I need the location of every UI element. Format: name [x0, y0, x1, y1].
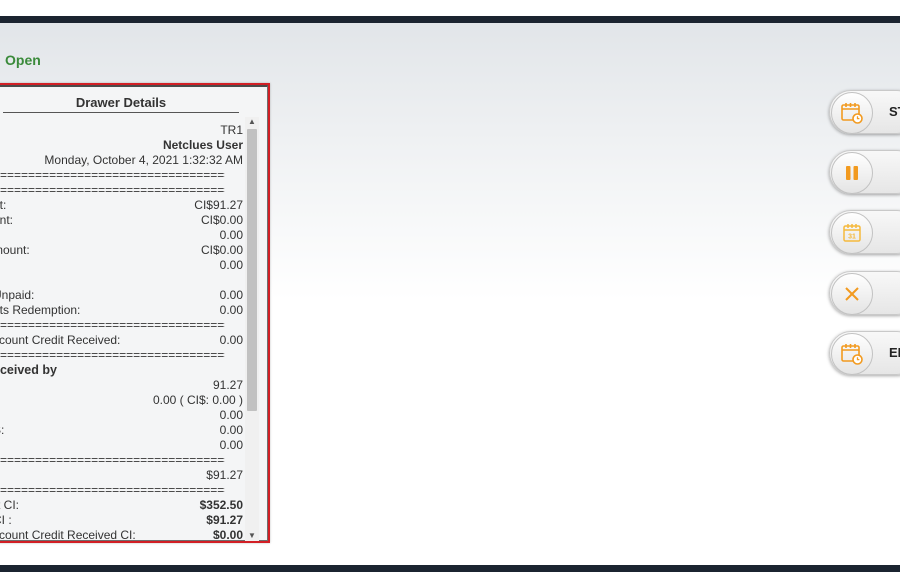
receipt-row-label: S: [0, 423, 5, 437]
receipt-row: unt: CI$0.00 [0, 213, 243, 228]
receipt-row-value: $0.00 [212, 528, 243, 539]
receipt-row-value: $91.27 [206, 468, 243, 482]
receipt-row-value: 91.27 [212, 378, 243, 392]
receipt-row-value: 0.00 [219, 288, 243, 302]
scroll-down-arrow[interactable]: ▼ [245, 531, 259, 541]
receipt-separator: ========================================… [0, 183, 243, 198]
receipt-row: 0.00 [0, 258, 243, 273]
receipt-row-label: Unpaid: [0, 288, 35, 302]
receipt-row-label: nts Redemption: [0, 303, 81, 317]
receipt-row-value: CI$91.27 [194, 198, 243, 212]
receipt-scrollbar[interactable]: ▲ ▼ [245, 117, 259, 541]
calendar-clock-icon [831, 333, 873, 375]
drawer-details-panel: Drawer Details TR1:Netclues UserMonday, … [0, 83, 270, 543]
separator-text: ========================================… [0, 453, 225, 467]
receipt-separator: ========================================… [0, 348, 243, 363]
receipt-separator: ========================================… [0, 453, 243, 468]
separator-text: ========================================… [0, 318, 225, 332]
receipt-row-label: nt: [0, 198, 7, 212]
pause-icon [831, 152, 873, 194]
receipt-row: nt: CI$91.27 [0, 198, 243, 213]
receipt-row: :0.00 ( CI$: 0.00 ) [0, 393, 243, 408]
start-button-label: ST [889, 104, 900, 119]
bottom-bar [0, 565, 900, 572]
receipt-row: $91.27 [0, 468, 243, 483]
drawer-panel-frame: Drawer Details TR1:Netclues UserMonday, … [0, 85, 268, 541]
receipt-row-label: unt: [0, 213, 14, 227]
end-button-label: EN [889, 345, 900, 360]
receipt-row-value: 0.00 [219, 228, 243, 242]
svg-text:31: 31 [848, 234, 856, 241]
receipt-row-value: $91.27 [206, 513, 243, 527]
separator-text: ========================================… [0, 183, 225, 197]
receipt-row: 91.27 [0, 378, 243, 393]
receipt-row: rt CI: $352.50 [0, 498, 243, 513]
receipt-row: ccount Credit Received: 0.00 [0, 333, 243, 348]
receipt-row-label: eceived by [0, 363, 57, 377]
receipt-row-value: 0.00 [219, 438, 243, 452]
receipt-row-label: CI : [0, 513, 12, 527]
receipt-row-value: 0.00 ( CI$: 0.00 ) [152, 393, 243, 407]
receipt-row: mount: CI$0.00 [0, 243, 243, 258]
receipt-row-value: CI$0.00 [200, 243, 243, 257]
receipt-row: CI : $91.27 [0, 513, 243, 528]
receipt-row: 0.00 [0, 228, 243, 243]
bottom-strip [0, 572, 900, 587]
drawer-receipt: TR1:Netclues UserMonday, October 4, 2021… [0, 123, 243, 539]
receipt-separator: ========================================… [0, 168, 243, 183]
receipt-row-label: ccount Credit Received CI: [0, 528, 136, 539]
separator-text: ========================================… [0, 348, 225, 362]
receipt-row: 0.00 [0, 438, 243, 453]
receipt-row-value: 0.00 [219, 333, 243, 347]
receipt-row: nts Redemption: 0.00 [0, 303, 243, 318]
start-button[interactable]: ST [829, 90, 900, 134]
drawer-status: Open [5, 52, 41, 68]
scroll-thumb[interactable] [247, 129, 257, 411]
receipt-row [0, 273, 243, 288]
receipt-row-label: rt CI: [0, 498, 19, 512]
receipt-row-value: 0.00 [219, 423, 243, 437]
end-button[interactable]: EN [829, 331, 900, 375]
receipt-row: :Netclues User [0, 138, 243, 153]
separator-text: ========================================… [0, 483, 225, 497]
receipt-row: Unpaid: 0.00 [0, 288, 243, 303]
receipt-separator: ========================================… [0, 483, 243, 498]
calendar-button[interactable]: 31 [829, 210, 900, 254]
receipt-row-value: 0.00 [219, 408, 243, 422]
receipt-row: S: 0.00 [0, 423, 243, 438]
receipt-row-label: mount: [0, 243, 30, 257]
receipt-row: eceived by [0, 363, 243, 378]
receipt-row-value: TR1 [220, 123, 243, 137]
receipt-row: TR1 [0, 123, 243, 138]
calendar-clock-icon [831, 92, 873, 134]
receipt-separator: ========================================… [0, 318, 243, 333]
receipt-row-value: $352.50 [199, 498, 243, 512]
cancel-button[interactable] [829, 271, 900, 315]
close-icon [831, 273, 873, 315]
receipt-row-value: CI$0.00 [200, 213, 243, 227]
receipt-row-label: ccount Credit Received: [0, 333, 121, 347]
pause-button[interactable] [829, 150, 900, 194]
receipt-row-value: 0.00 [219, 303, 243, 317]
separator-text: ========================================… [0, 168, 225, 182]
receipt-row: 0.00 [0, 408, 243, 423]
receipt-row-value: 0.00 [219, 258, 243, 272]
receipt-row: Monday, October 4, 2021 1:32:32 AM [0, 153, 243, 168]
calendar-31-icon: 31 [831, 212, 873, 254]
scroll-up-arrow[interactable]: ▲ [245, 117, 259, 127]
receipt-row-value: Netclues User [162, 138, 243, 152]
top-bar [0, 0, 900, 23]
receipt-row-value: Monday, October 4, 2021 1:32:32 AM [44, 153, 243, 167]
drawer-title: Drawer Details [3, 95, 239, 113]
receipt-row: ccount Credit Received CI: $0.00 [0, 528, 243, 539]
